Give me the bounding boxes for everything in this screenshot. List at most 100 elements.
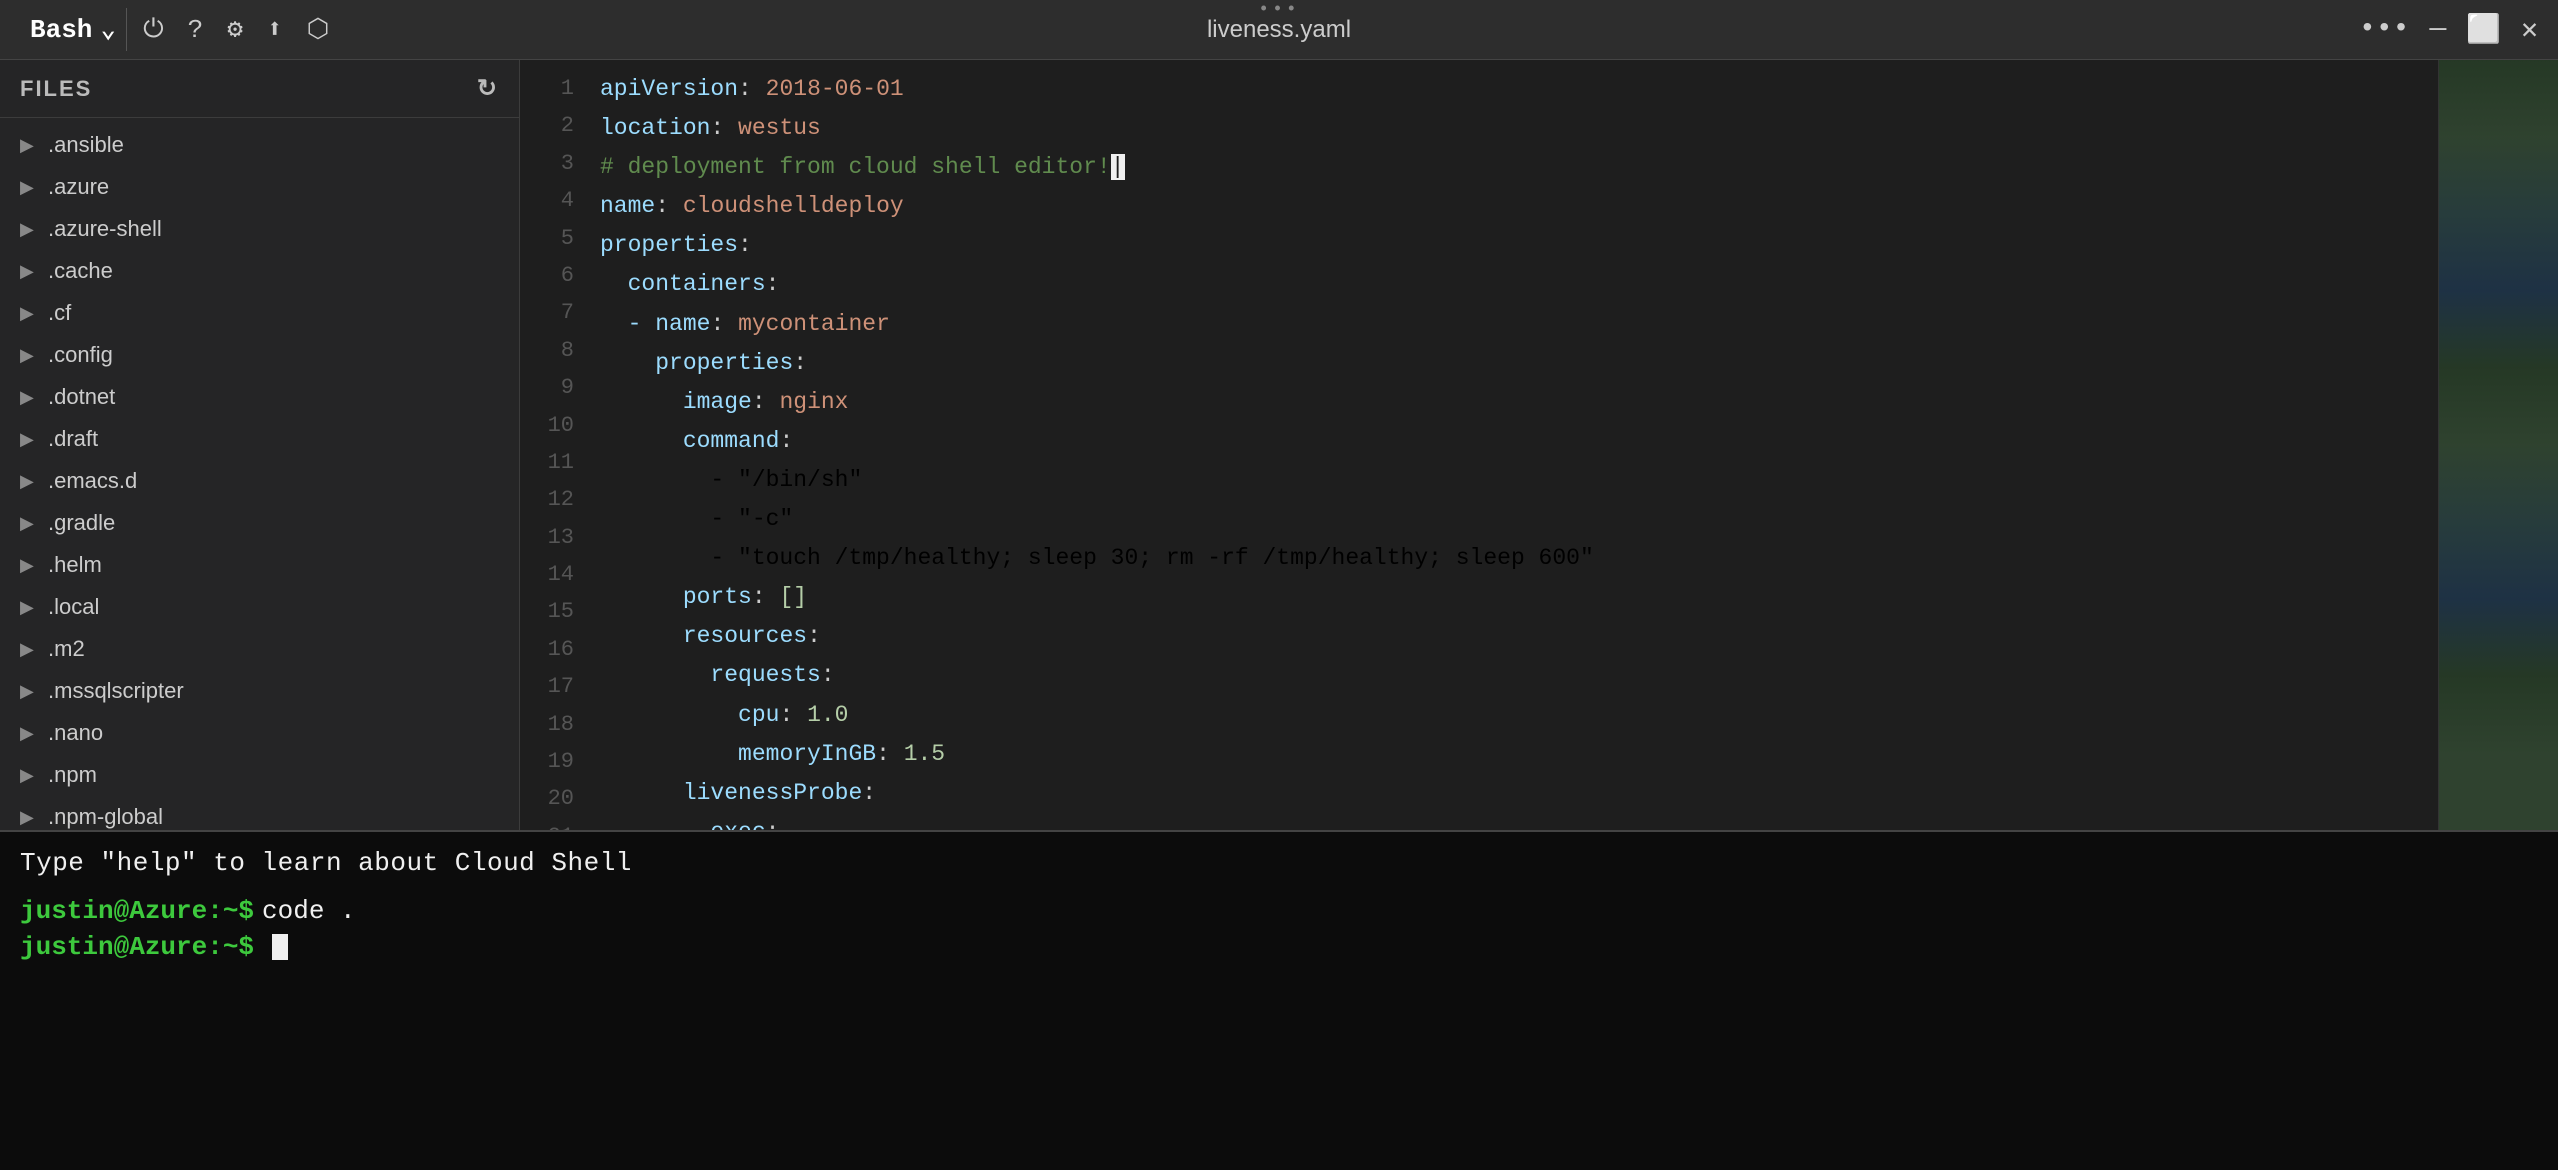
sidebar-item-.cf[interactable]: ▶.cf <box>0 292 519 334</box>
help-icon[interactable]: ? <box>188 15 204 45</box>
sidebar-item-label: .ansible <box>48 132 124 158</box>
line-number-16: 16 <box>520 631 574 668</box>
refresh-icon[interactable]: ↻ <box>477 74 499 103</box>
prompt-cursor-space <box>254 932 270 962</box>
line-number-18: 18 <box>520 706 574 743</box>
prompt-user-1: justin@Azure:~$ <box>20 896 254 926</box>
folder-arrow-icon: ▶ <box>20 681 38 702</box>
terminal-cursor <box>272 934 288 960</box>
line-number-20: 20 <box>520 780 574 817</box>
sidebar-item-label: .config <box>48 342 113 368</box>
folder-arrow-icon: ▶ <box>20 303 38 324</box>
line-number-8: 8 <box>520 332 574 369</box>
sidebar-header: FILES ↻ <box>0 60 519 118</box>
bash-dropdown[interactable]: Bash ⌄ <box>20 8 127 51</box>
sidebar-item-label: .helm <box>48 552 102 578</box>
sidebar-item-.m2[interactable]: ▶.m2 <box>0 628 519 670</box>
folder-arrow-icon: ▶ <box>20 513 38 534</box>
share-icon[interactable]: ⬡ <box>307 14 330 45</box>
more-options-icon[interactable]: ••• <box>2359 14 2409 45</box>
code-line-20: exec: <box>600 813 2438 830</box>
terminal-info-text: Type "help" to learn about Cloud Shell <box>20 848 2538 878</box>
folder-arrow-icon: ▶ <box>20 765 38 786</box>
code-content[interactable]: apiVersion: 2018-06-01location: westus# … <box>590 60 2438 830</box>
folder-arrow-icon: ▶ <box>20 219 38 240</box>
sidebar-item-label: .cache <box>48 258 113 284</box>
sidebar-item-.emacs.d[interactable]: ▶ .emacs.d <box>0 460 519 502</box>
code-line-9: image: nginx <box>600 383 2438 422</box>
sidebar-item-.npm[interactable]: ▶ .npm <box>0 754 519 796</box>
code-line-13: - "touch /tmp/healthy; sleep 30; rm -rf … <box>600 539 2438 578</box>
folder-arrow-icon: ▶ <box>20 723 38 744</box>
prompt-user-2: justin@Azure:~$ <box>20 932 254 962</box>
folder-arrow-icon: ▶ <box>20 471 38 492</box>
code-line-4: name: cloudshelldeploy <box>600 187 2438 226</box>
sidebar-file-list: ▶.ansible▶.azure▶.azure-shell▶.cache▶.cf… <box>0 118 519 830</box>
sidebar-item-.draft[interactable]: ▶.draft <box>0 418 519 460</box>
code-line-7: - name: mycontainer <box>600 305 2438 344</box>
code-line-10: command: <box>600 422 2438 461</box>
sidebar-item-.helm[interactable]: ▶ .helm <box>0 544 519 586</box>
sidebar-item-label: .azure-shell <box>48 216 162 242</box>
sidebar-item-.local[interactable]: ▶.local <box>0 586 519 628</box>
sidebar-item-label: .dotnet <box>48 384 115 410</box>
folder-arrow-icon: ▶ <box>20 345 38 366</box>
top-bar-icons: ⏻ ? ⚙ ⬆ ⬡ <box>143 14 329 45</box>
folder-arrow-icon: ▶ <box>20 135 38 156</box>
files-label: FILES <box>20 76 92 102</box>
terminal-area: Type "help" to learn about Cloud Shell j… <box>0 830 2558 1170</box>
folder-arrow-icon: ▶ <box>20 597 38 618</box>
sidebar-item-label: .gradle <box>48 510 115 536</box>
minimize-button[interactable]: — <box>2429 14 2446 45</box>
folder-arrow-icon: ▶ <box>20 555 38 576</box>
sidebar-item-.dotnet[interactable]: ▶ .dotnet <box>0 376 519 418</box>
folder-arrow-icon: ▶ <box>20 387 38 408</box>
bash-label: Bash <box>30 15 92 45</box>
code-line-3: # deployment from cloud shell editor!| <box>600 148 2438 187</box>
code-line-6: containers: <box>600 265 2438 304</box>
chevron-down-icon: ⌄ <box>100 14 116 45</box>
line-number-7: 7 <box>520 294 574 331</box>
code-line-18: memoryInGB: 1.5 <box>600 735 2438 774</box>
sidebar-item-.gradle[interactable]: ▶ .gradle <box>0 502 519 544</box>
code-line-14: ports: [] <box>600 578 2438 617</box>
prompt-command-1: code . <box>262 896 356 926</box>
line-number-13: 13 <box>520 519 574 556</box>
sidebar-item-.npm-global[interactable]: ▶.npm-global <box>0 796 519 830</box>
code-line-15: resources: <box>600 617 2438 656</box>
sidebar-item-.azure[interactable]: ▶.azure <box>0 166 519 208</box>
restore-button[interactable]: ⬜ <box>2466 12 2501 47</box>
minimap-visual <box>2439 60 2558 830</box>
line-number-19: 19 <box>520 743 574 780</box>
sidebar-item-.nano[interactable]: ▶ .nano <box>0 712 519 754</box>
editor-content: 1234567891011121314151617181920212223 ap… <box>520 60 2558 830</box>
line-number-10: 10 <box>520 407 574 444</box>
sidebar-item-.mssqlscripter[interactable]: ▶.mssqlscripter <box>0 670 519 712</box>
sidebar-item-label: .npm <box>48 762 97 788</box>
line-number-2: 2 <box>520 107 574 144</box>
power-icon[interactable]: ⏻ <box>143 15 164 45</box>
folder-arrow-icon: ▶ <box>20 807 38 828</box>
line-number-17: 17 <box>520 668 574 705</box>
editor-title: liveness.yaml <box>1207 16 1351 44</box>
sidebar: FILES ↻ ▶.ansible▶.azure▶.azure-shell▶.c… <box>0 60 520 830</box>
line-number-5: 5 <box>520 220 574 257</box>
sidebar-item-.azure-shell[interactable]: ▶ .azure-shell <box>0 208 519 250</box>
code-line-5: properties: <box>600 226 2438 265</box>
sidebar-item-label: .m2 <box>48 636 85 662</box>
sidebar-item-label: .nano <box>48 720 103 746</box>
close-button[interactable]: ✕ <box>2521 12 2538 47</box>
line-number-4: 4 <box>520 182 574 219</box>
sidebar-item-.cache[interactable]: ▶.cache <box>0 250 519 292</box>
line-number-12: 12 <box>520 481 574 518</box>
top-bar: ••• Bash ⌄ ⏻ ? ⚙ ⬆ ⬡ liveness.yaml ••• —… <box>0 0 2558 60</box>
sidebar-item-.ansible[interactable]: ▶ .ansible <box>0 124 519 166</box>
settings-icon[interactable]: ⚙ <box>227 14 243 45</box>
code-line-2: location: westus <box>600 109 2438 148</box>
terminal-prompt-2: justin@Azure:~$ <box>20 932 2538 962</box>
line-number-15: 15 <box>520 593 574 630</box>
upload-icon[interactable]: ⬆ <box>267 14 283 45</box>
sidebar-item-label: .emacs.d <box>48 468 137 494</box>
sidebar-item-.config[interactable]: ▶ .config <box>0 334 519 376</box>
editor-area: 1234567891011121314151617181920212223 ap… <box>520 60 2558 830</box>
